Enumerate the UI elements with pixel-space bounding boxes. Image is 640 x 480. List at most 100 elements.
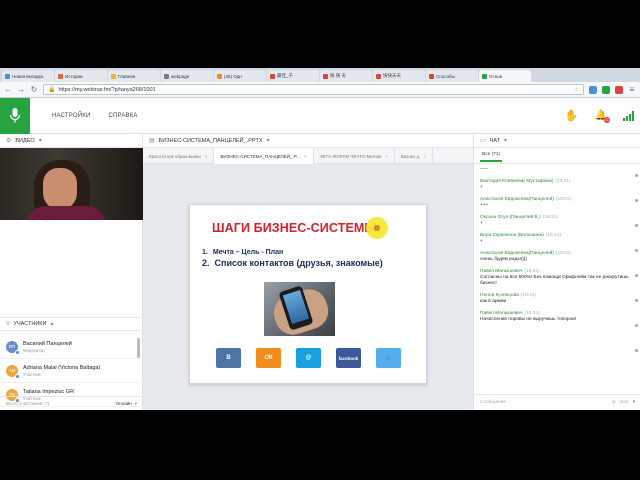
message-text: + bbox=[480, 239, 483, 244]
url-field[interactable]: 🔒 https://my.webinar.fm/?p/tanya268/1001… bbox=[43, 84, 584, 95]
chat-message: Виктория Клевеева( Мустафина) (19:21) + bbox=[480, 179, 635, 191]
participants-header[interactable]: ≡ УЧАСТНИКИ ▾ bbox=[0, 317, 143, 331]
forward-icon[interactable]: → bbox=[17, 85, 25, 94]
document-tab[interactable]: Красота как образ жизни × bbox=[143, 148, 215, 164]
message-text: + bbox=[480, 221, 483, 226]
slide: ШАГИ БИЗНЕС-СИСТЕМЫ: 1. Мечта – Цель - Пл… bbox=[189, 204, 427, 384]
presentation-area: ▤ БИЗНЕС-СИСТЕМА_ПАНЦЕЛЕЙ_.PPTX ▾ Красот… bbox=[143, 134, 473, 410]
browser-menu-icon[interactable]: ≡ bbox=[628, 85, 636, 94]
participants-icon: ≡ bbox=[6, 321, 10, 327]
message-author[interactable]: Виктория Клевеева( Мустафина) bbox=[480, 179, 553, 184]
close-icon[interactable]: × bbox=[385, 154, 388, 159]
settings-menu[interactable]: НАСТРОЙКИ bbox=[52, 113, 90, 119]
browser-tab[interactable]: Истории bbox=[55, 70, 107, 82]
chat-tab-all[interactable]: Все (71) bbox=[474, 148, 640, 164]
slide-title: ШАГИ БИЗНЕС-СИСТЕМЫ: bbox=[212, 221, 381, 235]
chat-message: Павел Малышевич (19:22) Согласны на все 50… bbox=[480, 269, 635, 287]
chevron-down-icon: ▾ bbox=[38, 138, 42, 144]
chat-message: ----- bbox=[480, 167, 635, 173]
microphone-icon[interactable] bbox=[0, 97, 30, 134]
browser-tab-label: Способы bbox=[436, 73, 455, 79]
chat-composer[interactable]: Сообщение ☺ Все ▾ bbox=[474, 394, 640, 410]
online-status-select[interactable]: Онлайн bbox=[116, 401, 132, 406]
message-time: (19:22) bbox=[524, 269, 540, 274]
video-panel-header[interactable]: ⚙ ВИДЕО ▾ bbox=[0, 134, 142, 148]
connection-signal-icon bbox=[623, 110, 634, 121]
participant-row[interactable]: ВП Василий Панцелей Модератор bbox=[0, 335, 143, 359]
gear-icon[interactable]: ⚙ bbox=[6, 137, 11, 144]
document-tab[interactable]: Бизнес д × bbox=[395, 148, 433, 164]
document-tab[interactable]: БИЗНЕС-СИСТЕМА_ПАНЦЕЛЕЙ_.P... × bbox=[214, 148, 314, 164]
browser-tab[interactable]: 快 快 天 bbox=[320, 70, 372, 82]
extension-icon[interactable] bbox=[589, 85, 597, 94]
message-text: как в армии bbox=[480, 299, 507, 304]
reload-icon[interactable]: ↻ bbox=[30, 85, 38, 94]
avatar: АМ bbox=[6, 364, 20, 379]
facebook-icon[interactable]: facebook bbox=[336, 348, 361, 368]
star-icon[interactable]: ☆ bbox=[574, 87, 579, 93]
chat-header[interactable]: ▭ ЧАТ ▾ bbox=[474, 134, 640, 148]
message-author[interactable]: Анастасия Евдокеева(Панцелей) bbox=[480, 251, 554, 256]
message-author[interactable]: Вера Скрипкина (Волошина) bbox=[480, 233, 544, 238]
chat-icon: ▭ bbox=[480, 138, 486, 144]
message-text: очень будем рады!))) bbox=[480, 257, 527, 262]
participants-count: Всего участников: 71 bbox=[6, 401, 50, 406]
screen-frame: Новая вкладка Истории Главная webpage (45) О… bbox=[0, 68, 640, 410]
browser-tab[interactable]: 最佳_千 bbox=[267, 70, 319, 82]
video-stream[interactable] bbox=[0, 148, 143, 220]
help-menu[interactable]: СПРАВКА bbox=[108, 113, 137, 119]
extension-icon[interactable] bbox=[615, 85, 623, 94]
browser-tab[interactable]: Главная bbox=[108, 70, 160, 82]
message-text: + bbox=[480, 185, 483, 190]
notifications-icon[interactable]: 🔔 11 bbox=[595, 110, 610, 123]
browser-tab-label: Новая вкладка bbox=[12, 73, 44, 79]
twitter-icon[interactable]: 🐦 bbox=[376, 348, 401, 368]
message-author[interactable]: Оксана Огул (Панцелей В.) bbox=[480, 215, 541, 220]
left-panel: ⚙ ВИДЕО ▾ ≡ УЧАСТНИКИ ▾ ВП Василий Панцел… bbox=[0, 134, 143, 410]
message-author[interactable]: Павел Малышевич bbox=[480, 269, 522, 274]
favicon-icon bbox=[376, 73, 381, 79]
message-text: ----- bbox=[480, 167, 488, 172]
browser-tab[interactable]: Основ bbox=[479, 70, 531, 82]
raise-hand-icon[interactable]: ✋ bbox=[565, 109, 579, 122]
document-tabs: Красота как образ жизни × БИЗНЕС-СИСТЕМА_П… bbox=[143, 148, 473, 164]
odnoklassniki-icon[interactable]: ОК bbox=[256, 348, 281, 368]
browser-tab[interactable]: Новая вкладка bbox=[2, 70, 54, 82]
url-text: https://my.webinar.fm/?p/tanya268/1001 bbox=[58, 86, 156, 93]
browser-tab-label: 快 快 天 bbox=[330, 73, 347, 78]
chevron-down-icon: ▾ bbox=[134, 400, 137, 406]
message-author[interactable]: Нелли Кузнецова bbox=[480, 293, 519, 298]
message-time: (19:21) bbox=[542, 215, 558, 220]
phone-image bbox=[264, 282, 335, 336]
moi-mir-icon[interactable]: @ bbox=[296, 348, 321, 368]
address-bar: ← → ↻ 🔒 https://my.webinar.fm/?p/tanya26… bbox=[0, 82, 640, 98]
extension-icon[interactable] bbox=[602, 85, 610, 94]
chat-scroll-markers bbox=[635, 174, 638, 374]
document-icon: ▤ bbox=[149, 138, 155, 144]
notifications-badge: 11 bbox=[604, 117, 610, 123]
emoji-icon[interactable]: ☺ bbox=[611, 400, 616, 405]
browser-tab[interactable]: Способы bbox=[426, 70, 478, 82]
recipient-select[interactable]: Все bbox=[620, 400, 628, 405]
message-time: (19:24) bbox=[520, 293, 537, 298]
header-tools: ✋ 🔔 11 bbox=[565, 109, 640, 123]
document-tab[interactable]: ЧЕТА-ФОРУМ ЧЕЧТО Мелом × bbox=[314, 148, 395, 164]
message-input[interactable]: Сообщение bbox=[480, 400, 506, 405]
close-icon[interactable]: × bbox=[304, 154, 307, 159]
participants-scrollbar[interactable] bbox=[137, 338, 140, 358]
presentation-header[interactable]: ▤ БИЗНЕС-СИСТЕМА_ПАНЦЕЛЕЙ_.PPTX ▾ bbox=[143, 134, 473, 148]
message-author[interactable]: Анастасия Евдокеева(Панцелей) bbox=[480, 197, 554, 202]
message-time: (19:24) bbox=[524, 311, 540, 316]
browser-tab[interactable]: (45) Одн bbox=[214, 70, 266, 82]
message-author[interactable]: Павел Малышевич bbox=[480, 311, 522, 316]
participant-role: Участник bbox=[23, 371, 41, 377]
browser-tab[interactable]: webpage bbox=[161, 70, 213, 82]
participant-row[interactable]: АМ Adriana Malai (Victoria Baltaga) Участн… bbox=[0, 359, 143, 383]
close-icon[interactable]: × bbox=[423, 154, 426, 159]
vk-icon[interactable]: В bbox=[216, 348, 241, 368]
close-icon[interactable]: × bbox=[205, 154, 208, 159]
chat-message: Нелли Кузнецова (19:24) как в армии bbox=[480, 293, 635, 305]
back-icon[interactable]: ← bbox=[4, 85, 12, 94]
browser-tab[interactable]: 快快天天 bbox=[373, 70, 425, 82]
browser-tab-label: Главная bbox=[118, 73, 136, 79]
